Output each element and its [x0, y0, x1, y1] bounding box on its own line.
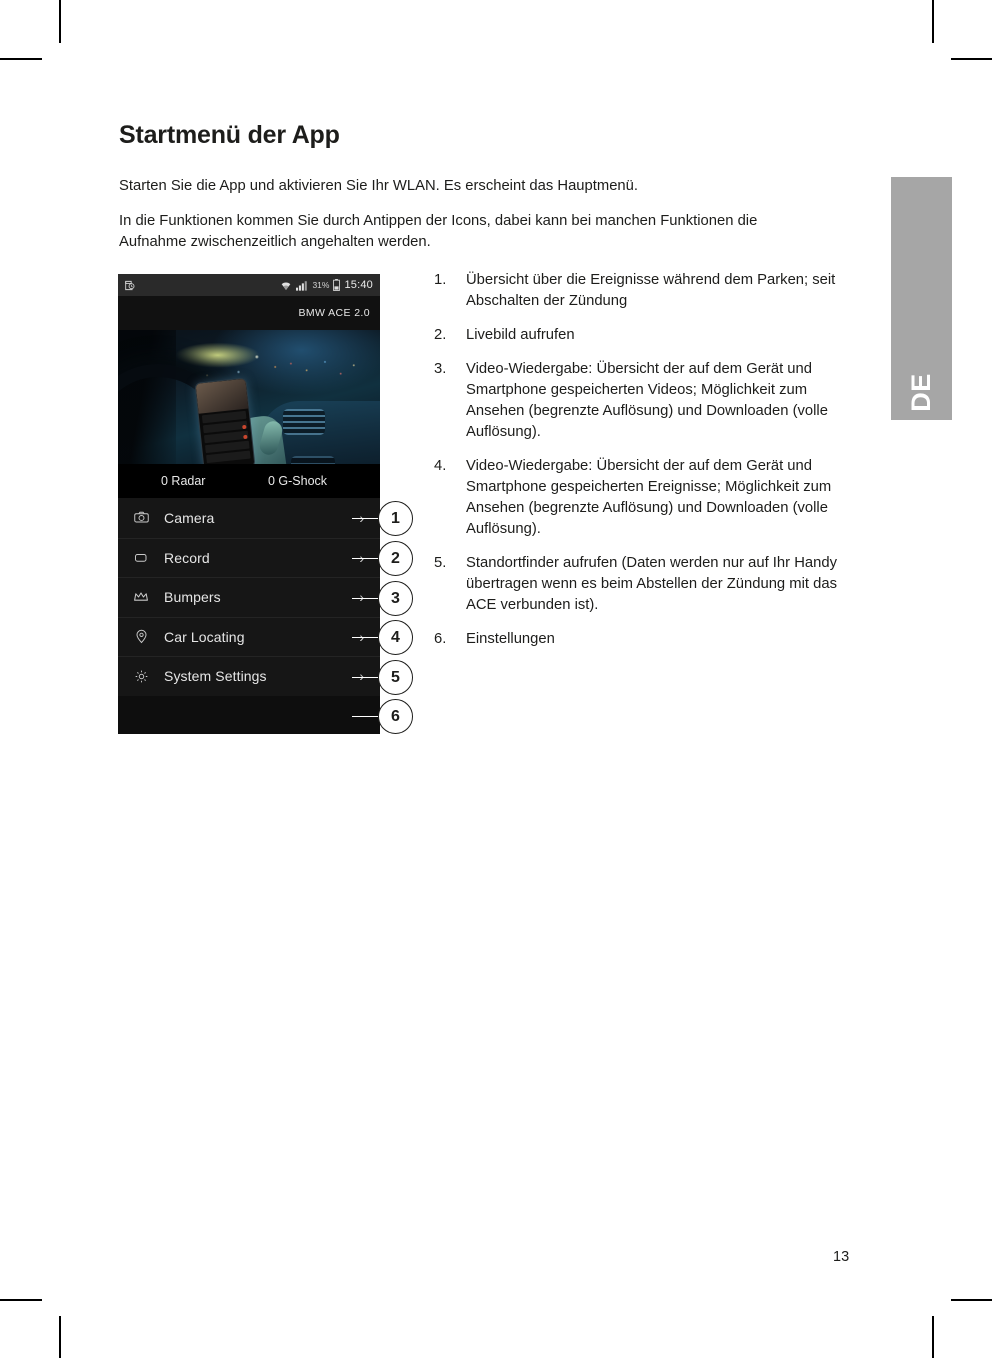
callout-leader-line [352, 636, 380, 639]
page-number: 13 [833, 1249, 850, 1265]
menu-item-record[interactable]: Record › [118, 537, 380, 578]
callout-number: 5 [378, 660, 413, 695]
menu-item-camera[interactable]: Camera › [118, 498, 380, 538]
intro-paragraph-1: Starten Sie die App und aktivieren Sie I… [119, 178, 638, 194]
callout-number: 3 [378, 581, 413, 616]
reference-item-number: 6. [434, 631, 447, 647]
crop-mark-bottom-left-vertical [59, 1316, 61, 1358]
crop-mark-bottom-right-horizontal [951, 1299, 992, 1301]
crop-mark-top-right-horizontal [951, 58, 992, 60]
phone-status-bar: 31% 15:40 [118, 274, 380, 296]
crop-mark-top-left-vertical [59, 0, 61, 43]
callout-5: 5 [352, 660, 413, 695]
app-title-label: BMW ACE 2.0 [298, 307, 370, 319]
camera-icon [118, 510, 164, 525]
held-phone-preview [195, 379, 249, 415]
air-vent-shape [283, 408, 326, 435]
reference-item-text: Video-Wiedergabe: Übersicht der auf dem … [466, 458, 832, 537]
menu-item-label: Car Locating [164, 628, 245, 645]
phone-screenshot-figure: 31% 15:40 BMW ACE 2.0 0 Radar 0 G-Shock … [118, 274, 380, 734]
gshock-count-label: 0 G-Shock [268, 474, 328, 488]
held-smartphone-shape [194, 377, 256, 473]
metrics-bar: 0 Radar 0 G-Shock [118, 464, 380, 498]
reference-item-text: Einstellungen [466, 631, 555, 647]
wifi-icon [280, 280, 292, 291]
crop-mark-bottom-right-vertical [932, 1316, 934, 1358]
crop-mark-top-left-horizontal [0, 58, 42, 60]
reference-list: 1. Übersicht über die Ereignisse während… [434, 270, 864, 663]
menu-item-label: System Settings [164, 668, 267, 685]
menu-item-label: Record [164, 549, 210, 566]
app-title-bar: BMW ACE 2.0 [118, 296, 380, 330]
status-bar-right-icons: 31% 15:40 [280, 279, 373, 291]
reference-item-text: Übersicht über die Ereignisse während de… [466, 272, 836, 309]
status-bar-left-icons [125, 280, 136, 291]
held-phone-badge [243, 435, 248, 440]
crop-mark-bottom-left-horizontal [0, 1299, 42, 1301]
reference-item-number: 3. [434, 361, 447, 377]
callout-2: 2 [352, 541, 413, 576]
callout-leader-line [352, 557, 380, 560]
page-title: Startmenü der App [119, 120, 340, 149]
callout-number: 1 [378, 501, 413, 536]
intro-paragraph-2: In die Funktionen kommen Sie durch Antip… [119, 213, 758, 250]
status-bar-clock: 15:40 [344, 279, 373, 291]
gear-icon [118, 669, 164, 684]
callout-leader-line [352, 517, 380, 520]
reference-list-item: 5. Standortfinder aufrufen (Daten werden… [434, 553, 864, 616]
reference-item-number: 5. [434, 555, 447, 571]
crop-mark-top-right-vertical [932, 0, 934, 43]
callout-1: 1 [352, 501, 413, 536]
menu-item-bumpers[interactable]: Bumpers › [118, 577, 380, 617]
held-phone-badge [242, 425, 247, 430]
callout-leader-line [352, 597, 380, 600]
reference-item-number: 2. [434, 327, 447, 343]
reference-item-text: Video-Wiedergabe: Übersicht der auf dem … [466, 361, 828, 440]
reference-list-item: 4. Video-Wiedergabe: Übersicht der auf d… [434, 456, 864, 540]
intro-text-block: Starten Sie die App und aktivieren Sie I… [119, 176, 819, 267]
reference-list-item: 2. Livebild aufrufen [434, 325, 864, 346]
menu-item-label: Camera [164, 509, 215, 526]
callout-leader-line [352, 676, 380, 679]
language-tab: DE [891, 177, 952, 420]
phone-main-menu: Camera › Record › Bumpers › [118, 498, 380, 696]
held-phone-row [206, 450, 251, 464]
menu-item-label: Bumpers [164, 589, 221, 606]
reference-item-number: 1. [434, 272, 447, 288]
menu-item-system-settings[interactable]: System Settings › [118, 656, 380, 696]
reference-item-text: Livebild aufrufen [466, 327, 575, 343]
callout-6: 6 [352, 699, 413, 734]
callout-4: 4 [352, 620, 413, 655]
callout-number: 6 [378, 699, 413, 734]
callout-number: 2 [378, 541, 413, 576]
location-pin-icon [118, 629, 164, 644]
signal-icon [296, 280, 308, 291]
callout-leader-line [352, 715, 380, 718]
reference-list-item: 3. Video-Wiedergabe: Übersicht der auf d… [434, 359, 864, 443]
battery-percent-label: 31% [312, 280, 330, 290]
reference-list-item: 6. Einstellungen [434, 629, 864, 650]
video-icon [118, 550, 164, 565]
reference-item-number: 4. [434, 458, 447, 474]
reference-item-text: Standortfinder aufrufen (Daten werden nu… [466, 555, 837, 613]
callout-number: 4 [378, 620, 413, 655]
screenshot-icon [125, 280, 136, 291]
menu-item-car-locating[interactable]: Car Locating › [118, 616, 380, 657]
reference-list-item: 1. Übersicht über die Ereignisse während… [434, 270, 864, 312]
battery-icon [333, 279, 341, 291]
callout-3: 3 [352, 581, 413, 616]
bumper-icon [118, 589, 164, 605]
radar-count-label: 0 Radar [161, 474, 206, 488]
language-tab-label: DE [905, 373, 936, 412]
